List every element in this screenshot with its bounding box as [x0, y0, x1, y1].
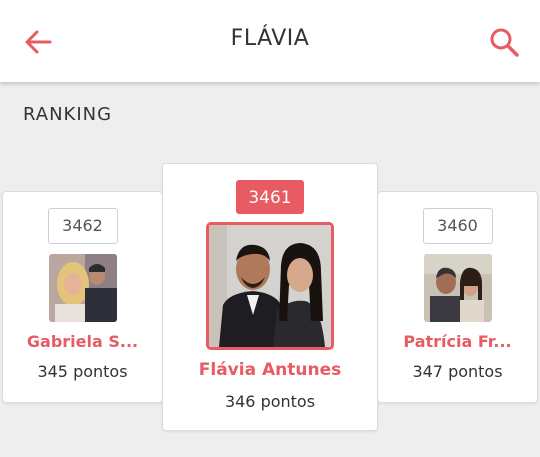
rank-badge: 3461 [236, 180, 304, 214]
user-name: Gabriela S... [26, 332, 139, 351]
avatar [48, 254, 117, 322]
section-title: RANKING [23, 104, 113, 125]
search-icon [490, 28, 519, 57]
rank-badge: 3462 [47, 208, 118, 244]
ranking-card-next[interactable]: 3460 Patrícia Fr... 347 pontos [377, 191, 538, 403]
ranking-card-current[interactable]: 3461 Flávia Antunes 346 pontos [162, 163, 378, 431]
avatar [206, 222, 334, 350]
user-name: Flávia Antunes [198, 360, 342, 380]
app-header: FLÁVIA [0, 0, 540, 82]
user-points: 347 pontos [412, 362, 503, 381]
page-title: FLÁVIA [230, 26, 310, 51]
search-button[interactable] [484, 24, 524, 60]
ranking-card-previous[interactable]: 3462 Gabriela S... 345 pontos [2, 191, 163, 403]
user-points: 345 pontos [37, 362, 128, 381]
user-name: Patrícia Fr... [403, 332, 512, 351]
user-points: 346 pontos [224, 392, 316, 411]
avatar [423, 254, 492, 322]
rank-badge: 3460 [422, 208, 493, 244]
